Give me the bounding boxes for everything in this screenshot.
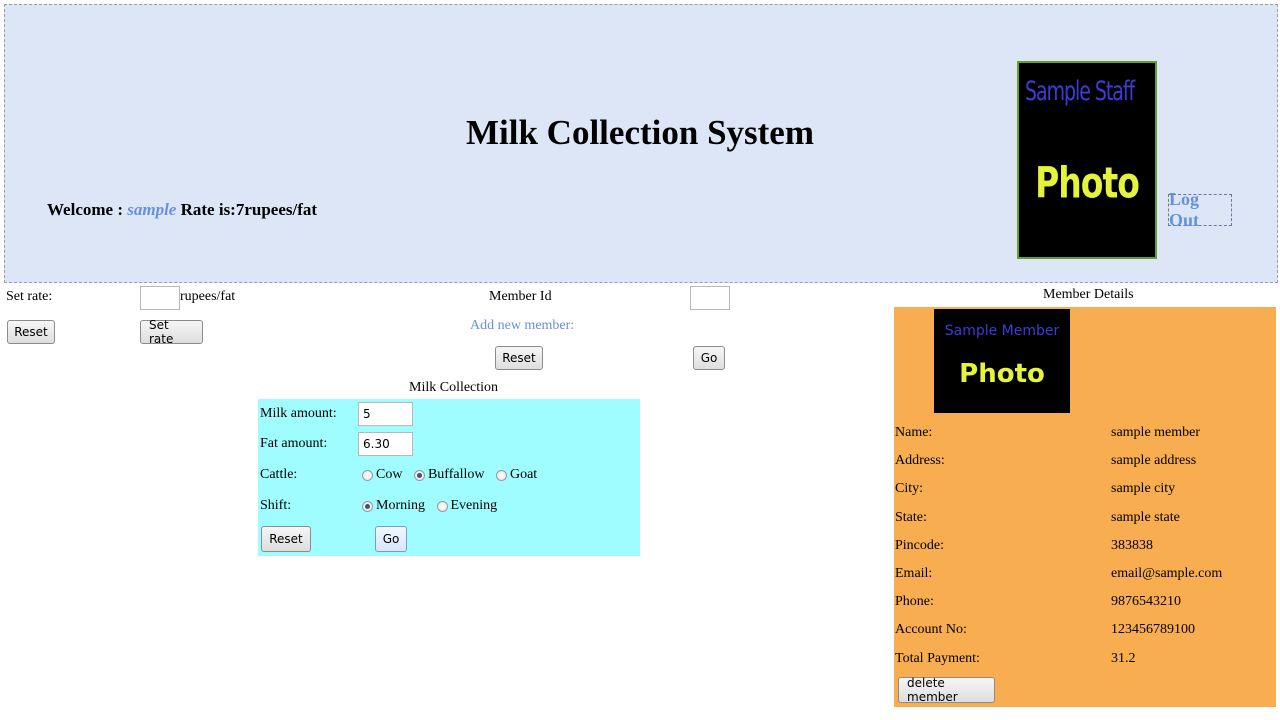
milk-amount-input[interactable]: 5 (358, 402, 413, 426)
buffallow-radio[interactable] (413, 469, 425, 481)
shift-label: Shift: (260, 498, 292, 513)
detail-row: City: sample city (895, 481, 1275, 509)
welcome-line: Welcome : sample Rate is:7rupees/fat (47, 200, 317, 220)
shift-option-evening[interactable]: Evening (436, 498, 502, 514)
page-title: Milk Collection System (465, 113, 815, 152)
welcome-label: Welcome : (47, 200, 123, 219)
staff-photo-word: Photo (1035, 157, 1140, 208)
milk-collection-title: Milk Collection (409, 380, 499, 395)
member-details-list: Name: sample member Address: sample addr… (895, 425, 1275, 679)
goat-label: Goat (509, 467, 538, 482)
detail-label: State: (895, 509, 927, 525)
member-photo-word: Photo (959, 359, 1045, 389)
username: sample (127, 200, 177, 219)
detail-label: Name: (895, 425, 933, 440)
detail-value: 383838 (1111, 537, 1153, 553)
evening-label: Evening (450, 498, 498, 513)
detail-value: 123456789100 (1111, 622, 1195, 638)
add-new-member-link[interactable]: Add new member: (470, 318, 574, 334)
rate-reset-button[interactable]: Reset (7, 320, 55, 344)
detail-row: Account No: 123456789100 (895, 622, 1275, 650)
detail-row: Email: email@sample.com (895, 566, 1275, 594)
detail-value: sample member (1111, 425, 1201, 440)
detail-row: Address: sample address (895, 453, 1275, 481)
set-rate-label: Set rate: (6, 289, 53, 304)
shift-option-morning[interactable]: Morning (362, 498, 429, 514)
fat-amount-input[interactable]: 6.30 (358, 432, 413, 456)
member-id-input[interactable] (690, 286, 730, 310)
member-id-label: Member Id (489, 289, 552, 304)
rupees-per-fat-label: rupees/fat (180, 289, 236, 304)
milk-amount-label: Milk amount: (260, 406, 337, 421)
morning-label: Morning (376, 498, 425, 513)
evening-radio[interactable] (436, 500, 448, 512)
detail-row: Total Payment: 31.2 (895, 651, 1275, 679)
member-reset-button[interactable]: Reset (495, 346, 543, 370)
detail-label: Pincode: (895, 537, 944, 553)
detail-value: 31.2 (1111, 650, 1136, 666)
detail-row: Phone: 9876543210 (895, 594, 1275, 622)
detail-label: Phone: (895, 594, 934, 610)
detail-label: Email: (895, 565, 933, 581)
rate-text: Rate is:7rupees/fat (180, 200, 318, 219)
detail-row: Name: sample member (895, 425, 1275, 453)
delete-member-button[interactable]: delete member (898, 676, 995, 704)
detail-label: Address: (895, 453, 945, 469)
cattle-option-goat[interactable]: Goat (495, 467, 541, 483)
detail-value: sample state (1111, 509, 1180, 525)
detail-value: email@sample.com (1111, 565, 1223, 581)
cattle-label: Cattle: (260, 467, 298, 482)
cattle-option-buffallow[interactable]: Buffallow (413, 467, 489, 483)
detail-value: sample city (1111, 481, 1176, 497)
detail-label: Total Payment: (895, 650, 980, 666)
staff-photo-caption: Sample Staff (1025, 76, 1135, 106)
detail-row: Pincode: 383838 (895, 538, 1275, 566)
collection-go-button[interactable]: Go (375, 526, 407, 552)
detail-label: City: (895, 481, 924, 497)
cattle-radio-group: Cow Buffallow Goat (362, 467, 545, 486)
detail-row: State: sample state (895, 510, 1275, 538)
morning-radio[interactable] (362, 500, 373, 512)
member-photo: Sample Member Photo (934, 309, 1070, 413)
detail-value: sample address (1111, 453, 1197, 469)
member-go-button[interactable]: Go (693, 346, 725, 370)
buffallow-label: Buffallow (427, 467, 485, 482)
member-details-title: Member Details (1043, 287, 1134, 302)
goat-radio[interactable] (495, 469, 507, 481)
shift-radio-group: Morning Evening (362, 498, 505, 517)
cattle-option-cow[interactable]: Cow (362, 467, 406, 483)
logout-link[interactable]: Log Out (1168, 189, 1232, 230)
collection-reset-button[interactable]: Reset (261, 526, 311, 552)
detail-value: 9876543210 (1111, 594, 1181, 610)
cow-radio[interactable] (362, 469, 373, 481)
member-photo-caption: Sample Member (944, 323, 1060, 339)
fat-amount-label: Fat amount: (260, 436, 328, 451)
cow-label: Cow (376, 467, 403, 482)
set-rate-button[interactable]: Set rate (140, 318, 203, 346)
rate-input[interactable] (140, 286, 180, 310)
staff-photo: Sample Staff Photo (1017, 61, 1157, 259)
detail-label: Account No: (895, 622, 967, 638)
